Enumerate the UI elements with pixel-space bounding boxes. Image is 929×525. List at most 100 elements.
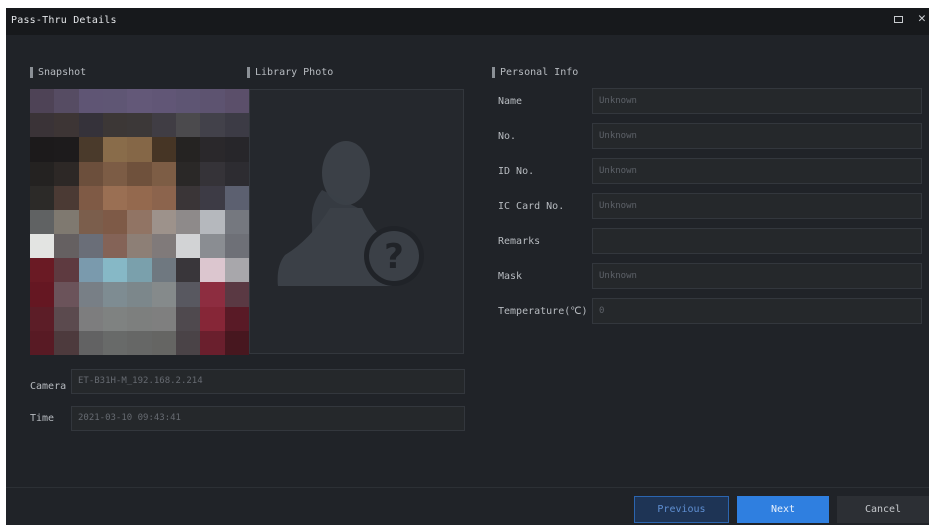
snapshot-pixel (127, 137, 152, 162)
time-label: Time (30, 413, 55, 424)
no-field[interactable]: Unknown (592, 123, 922, 149)
snapshot-pixel (103, 282, 128, 307)
cancel-button[interactable]: Cancel (837, 496, 929, 523)
snapshot-pixel (151, 306, 176, 331)
snapshot-pixel (224, 137, 249, 162)
snapshot-pixel (127, 185, 152, 210)
snapshot-pixel (127, 161, 152, 186)
snapshot-pixel (200, 330, 225, 355)
snapshot-pixel (103, 185, 128, 210)
snapshot-pixel (176, 234, 201, 259)
snapshot-pixel (30, 306, 55, 331)
snapshot-pixel (176, 89, 201, 114)
mask-label: Mask (498, 271, 523, 282)
ic-card-no-label: IC Card No. (498, 201, 565, 212)
snapshot-pixel (103, 330, 128, 355)
id-no-field[interactable]: Unknown (592, 158, 922, 184)
snapshot-pixel (176, 185, 201, 210)
remarks-field[interactable] (592, 228, 922, 254)
snapshot-pixel (224, 161, 249, 186)
title-bar[interactable]: Pass-Thru Details ✕ (6, 8, 929, 35)
camera-field: ET-B31H-M_192.168.2.214 (71, 369, 465, 394)
snapshot-pixel (30, 209, 55, 235)
snapshot-pixel (54, 306, 79, 331)
section-marker (30, 67, 33, 78)
snapshot-pixel (78, 330, 103, 355)
snapshot-pixel (151, 137, 176, 162)
snapshot-pixel (54, 330, 79, 355)
unknown-person-icon: ? (277, 141, 424, 286)
snapshot-pixel (151, 234, 176, 259)
snapshot-pixel (78, 234, 103, 259)
snapshot-pixel (200, 306, 225, 331)
snapshot-pixel (151, 330, 176, 355)
snapshot-pixel (103, 89, 128, 114)
snapshot-pixel (200, 209, 225, 235)
snapshot-pixel (127, 89, 152, 114)
temperature-label: Temperature(℃) (498, 306, 588, 317)
no-label: No. (498, 131, 517, 142)
snapshot-pixel (151, 185, 176, 210)
snapshot-pixel (54, 89, 79, 114)
snapshot-pixel (54, 209, 79, 235)
snapshot-pixel (224, 306, 249, 331)
snapshot-pixel (78, 161, 103, 186)
snapshot-pixel (176, 306, 201, 331)
snapshot-pixel (103, 161, 128, 186)
snapshot-pixel (176, 137, 201, 162)
snapshot-pixel (30, 161, 55, 186)
snapshot-pixel (200, 234, 225, 259)
snapshot-pixel (176, 258, 201, 283)
snapshot-pixel (200, 258, 225, 283)
snapshot-pixel (78, 137, 103, 162)
snapshot-pixel (78, 258, 103, 283)
maximize-icon[interactable] (894, 16, 903, 23)
snapshot-pixel (30, 282, 55, 307)
snapshot-pixel (78, 282, 103, 307)
personal-info-section-header: Personal Info (492, 67, 578, 79)
library-photo: ? (249, 89, 464, 354)
snapshot-pixel (127, 330, 152, 355)
snapshot-pixel (30, 113, 55, 138)
previous-button[interactable]: Previous (634, 496, 729, 523)
snapshot-pixel (127, 234, 152, 259)
snapshot-pixel (224, 185, 249, 210)
next-button[interactable]: Next (737, 496, 829, 523)
window-title: Pass-Thru Details (11, 15, 117, 26)
close-icon[interactable]: ✕ (918, 12, 926, 26)
snapshot-pixel (127, 209, 152, 235)
snapshot-section-header: Snapshot (30, 67, 86, 79)
snapshot-pixel (176, 330, 201, 355)
snapshot-pixel (127, 258, 152, 283)
snapshot-image (30, 89, 249, 355)
temperature-field[interactable]: 0 (592, 298, 922, 324)
snapshot-pixel (127, 306, 152, 331)
snapshot-pixel (151, 282, 176, 307)
snapshot-pixel (78, 306, 103, 331)
snapshot-pixel (78, 89, 103, 114)
snapshot-pixel (224, 234, 249, 259)
snapshot-pixel (176, 161, 201, 186)
snapshot-pixel (103, 209, 128, 235)
snapshot-pixel (30, 89, 55, 114)
snapshot-pixel (127, 113, 152, 138)
footer-divider (6, 487, 929, 488)
personal-info-heading: Personal Info (500, 67, 579, 78)
snapshot-pixel (200, 161, 225, 186)
snapshot-pixel (200, 137, 225, 162)
snapshot-pixel (30, 258, 55, 283)
snapshot-pixel (176, 209, 201, 235)
snapshot-pixel (54, 161, 79, 186)
name-field[interactable]: Unknown (592, 88, 922, 114)
snapshot-pixel (103, 113, 128, 138)
camera-label: Camera (30, 381, 67, 392)
snapshot-pixel (54, 258, 79, 283)
snapshot-pixel (103, 137, 128, 162)
mask-field[interactable]: Unknown (592, 263, 922, 289)
svg-text:?: ? (384, 237, 404, 277)
snapshot-pixel (200, 113, 225, 138)
snapshot-pixel (200, 282, 225, 307)
snapshot-pixel (54, 282, 79, 307)
pass-thru-details-dialog: Pass-Thru Details ✕ Snapshot Library Pho… (6, 8, 929, 525)
ic-card-no-field[interactable]: Unknown (592, 193, 922, 219)
